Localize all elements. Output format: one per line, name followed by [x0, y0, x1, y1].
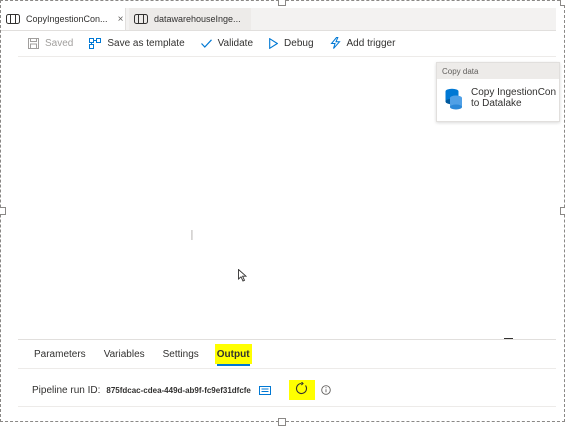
refresh-button[interactable]	[288, 380, 315, 400]
saved-label: Saved	[45, 37, 74, 49]
panel-tab-divider	[18, 368, 556, 369]
refresh-icon	[295, 381, 308, 398]
add-trigger-button[interactable]: Add trigger	[329, 37, 396, 49]
validate-label: Validate	[217, 37, 254, 49]
activity-name-line1: Copy IngestionCon	[471, 87, 557, 98]
save-icon	[28, 37, 39, 49]
save-as-template-button[interactable]: Save as template	[89, 37, 185, 49]
resize-handle-right[interactable]	[560, 207, 565, 215]
tab-settings[interactable]: Settings	[161, 344, 201, 364]
info-icon[interactable]	[321, 385, 331, 395]
resize-handle-bottom[interactable]	[278, 418, 286, 426]
template-icon	[89, 37, 102, 49]
pipeline-icon	[6, 14, 20, 24]
tab-datawarehouse[interactable]: datawarehouseInge...	[129, 8, 251, 30]
tab-label: datawarehouseInge...	[154, 14, 241, 24]
pipeline-toolbar: Saved Save as template Validate Debug Ad…	[18, 30, 556, 56]
copy-icon[interactable]	[258, 385, 271, 395]
editor-tab-strip: CopyIngestionCon... × datawarehouseInge.…	[1, 8, 556, 31]
debug-button[interactable]: Debug	[269, 37, 314, 49]
text-cursor-icon: I	[190, 229, 194, 244]
output-divider	[18, 406, 556, 407]
close-icon[interactable]: ×	[118, 14, 124, 25]
play-icon	[269, 37, 279, 49]
validate-button[interactable]: Validate	[200, 37, 254, 49]
activity-name-line2: to Datalake	[471, 98, 522, 109]
tab-label: CopyIngestionCon...	[26, 14, 108, 24]
panel-divider	[18, 339, 556, 340]
tab-parameters[interactable]: Parameters	[32, 344, 88, 364]
lightning-icon	[329, 37, 341, 49]
resize-handle-left[interactable]	[0, 207, 6, 215]
panel-tab-list: Parameters Variables Settings Output	[18, 342, 252, 366]
resize-handle-top-right[interactable]	[560, 0, 565, 6]
saved-button: Saved	[28, 37, 74, 49]
pipeline-canvas[interactable]: Copy data Copy IngestionCon to Datalake	[18, 57, 560, 339]
resize-handle-top[interactable]	[278, 0, 286, 6]
tab-output[interactable]: Output	[214, 344, 252, 366]
run-id-label: Pipeline run ID:	[32, 384, 101, 396]
mouse-pointer-icon	[238, 268, 248, 287]
pipeline-icon	[134, 14, 148, 24]
copy-data-activity[interactable]: Copy data Copy IngestionCon to Datalake	[436, 62, 560, 122]
pipeline-run-row: Pipeline run ID: 875fdcac-cdea-449d-ab9f…	[32, 380, 331, 400]
database-icon	[445, 88, 463, 115]
checkmark-icon	[200, 38, 212, 48]
save-as-template-label: Save as template	[107, 37, 185, 49]
run-id-value: 875fdcac-cdea-449d-ab9f-fc9ef31dfcfe	[106, 385, 251, 395]
tab-copy-ingestion[interactable]: CopyIngestionCon... ×	[1, 8, 126, 30]
debug-label: Debug	[284, 37, 314, 49]
activity-type-label: Copy data	[437, 63, 559, 79]
add-trigger-label: Add trigger	[346, 37, 396, 49]
tab-variables[interactable]: Variables	[102, 344, 147, 364]
